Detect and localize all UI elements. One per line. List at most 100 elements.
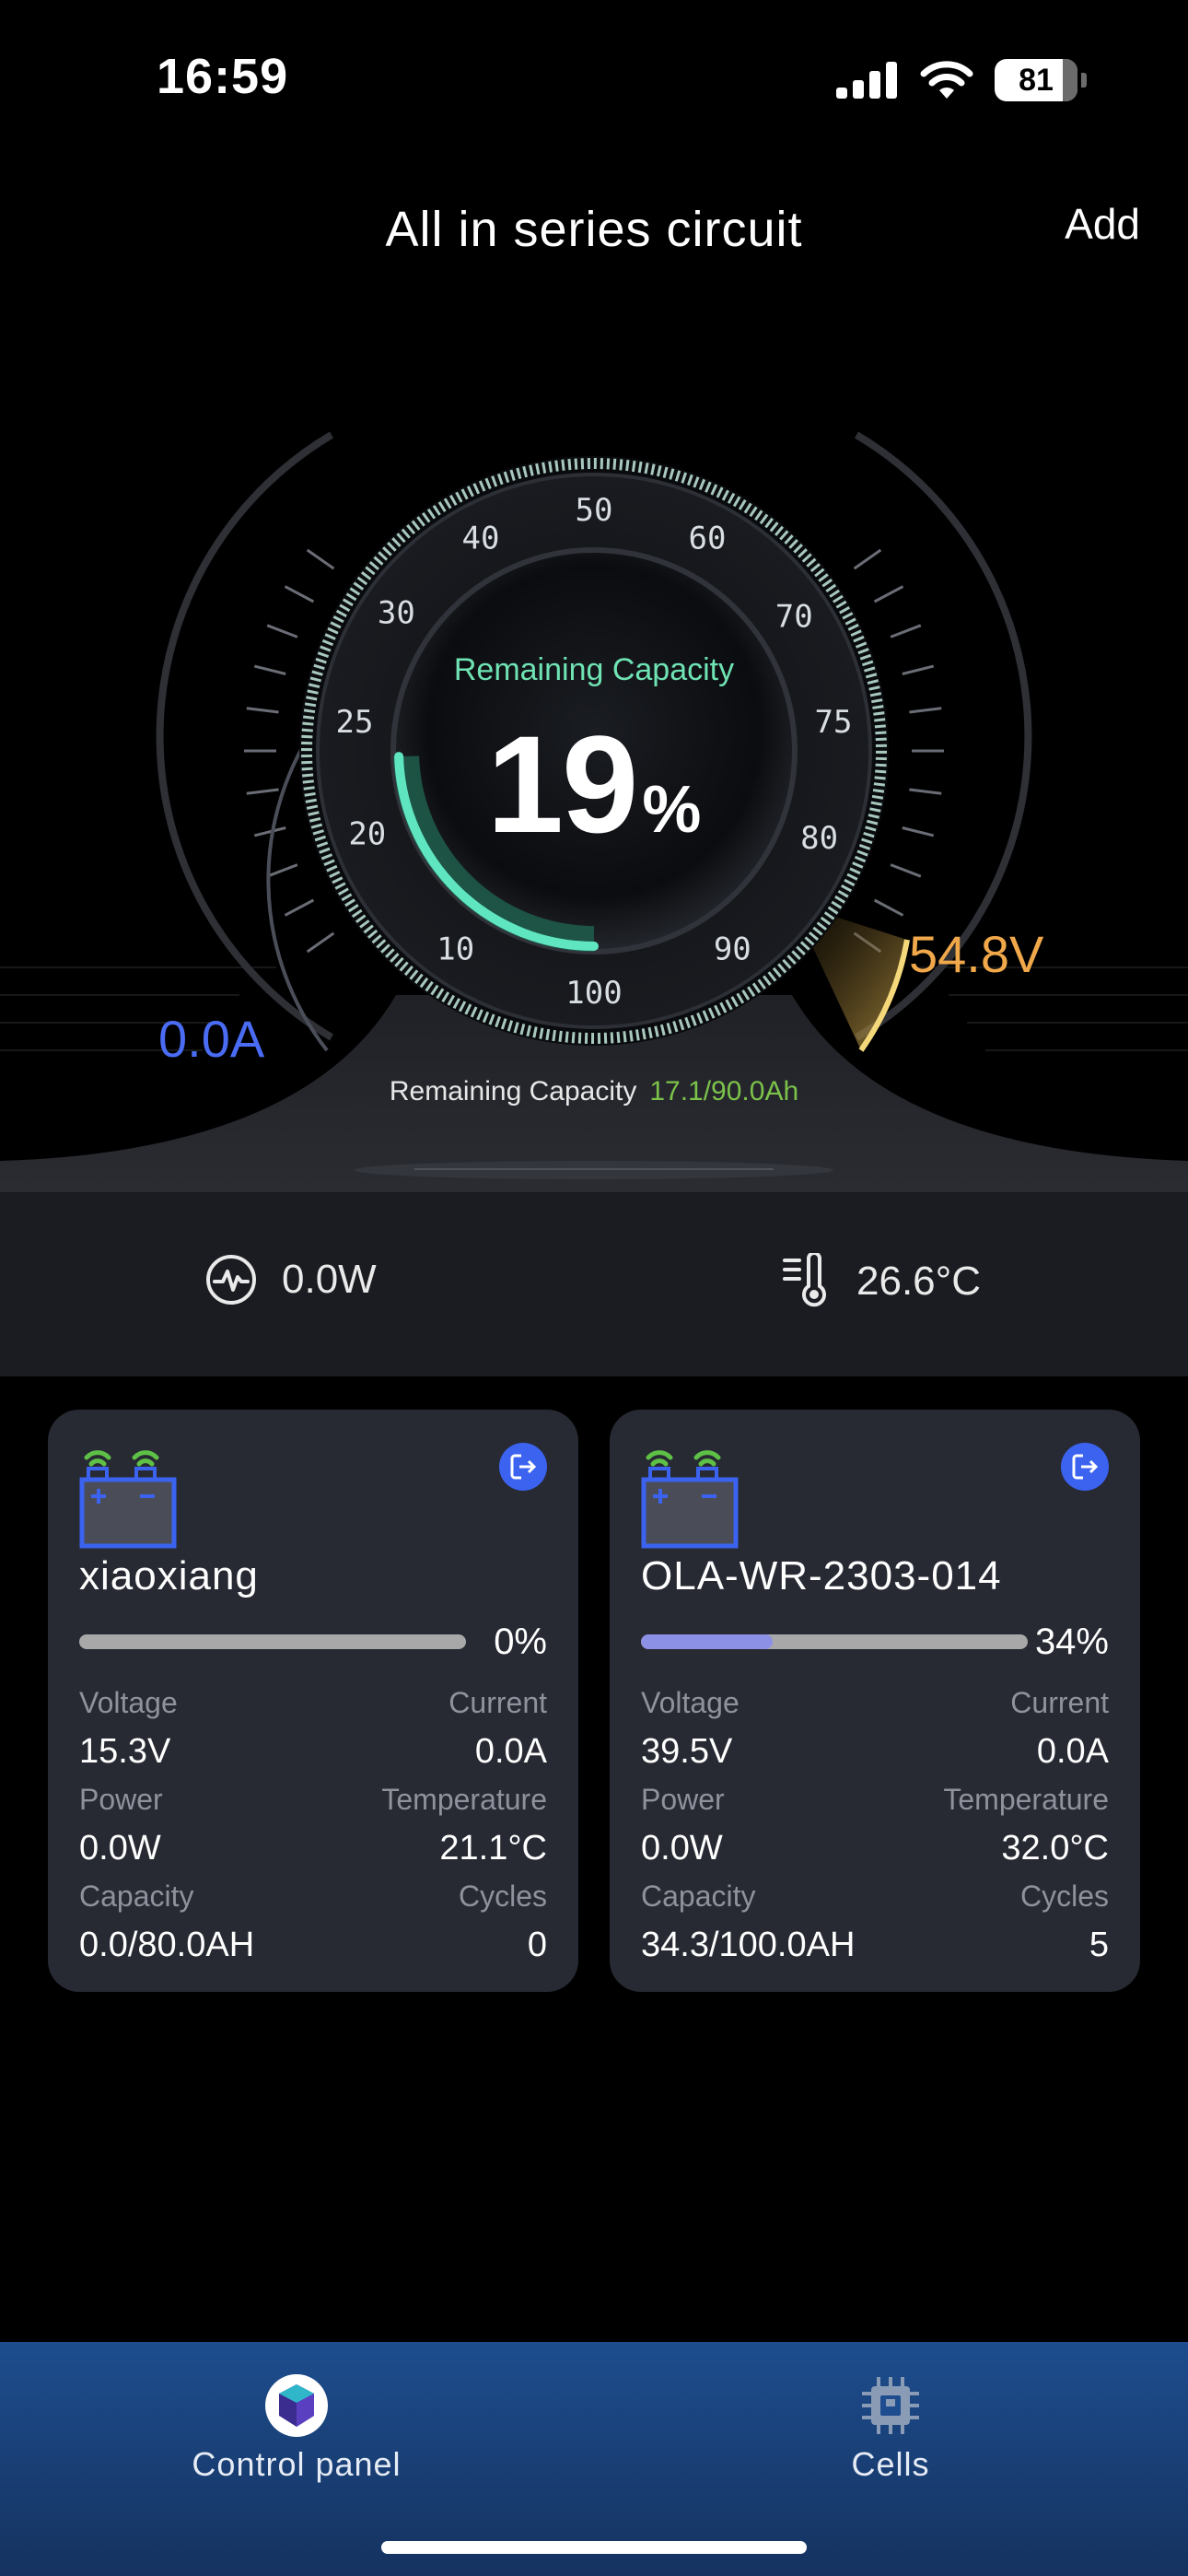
temperature-label: Temperature [943, 1783, 1109, 1816]
tab-control-panel[interactable]: Control panel [112, 2373, 481, 2484]
scale-tick [853, 548, 882, 570]
tab-label: Control panel [192, 2445, 402, 2483]
capacity-bar [641, 1634, 1028, 1649]
row-labels: Power Temperature [79, 1783, 547, 1817]
cycles-label: Cycles [458, 1879, 547, 1913]
power-label: Power [641, 1783, 725, 1816]
scale-tick [284, 898, 315, 917]
gauge-caption: Remaining Capacity [453, 652, 735, 687]
capacity-percent: 0% [494, 1622, 547, 1662]
scale-label: 100 [565, 975, 622, 1012]
scale-label: 50 [576, 492, 613, 529]
voltage-readout: 54.8V [909, 925, 1044, 983]
device-name: xiaoxiang [79, 1553, 259, 1598]
row-values: 0.0/80.0AH 0 [79, 1926, 547, 1965]
temperature-label: Temperature [381, 1783, 547, 1816]
scale-tick [266, 863, 298, 878]
power-value: 0.0W [282, 1257, 377, 1302]
scale-label: 10 [437, 931, 474, 968]
disconnect-button[interactable] [499, 1443, 547, 1491]
power-label: Power [79, 1783, 163, 1816]
voltage-value: 39.5V [641, 1732, 733, 1771]
scale-label: 60 [689, 521, 727, 557]
remaining-capacity-line: Remaining Capacity 17.1/90.0Ah [0, 1076, 1188, 1107]
power-value: 0.0W [79, 1829, 161, 1868]
row-labels: Voltage Current [641, 1686, 1109, 1720]
current-label: Current [1010, 1686, 1109, 1719]
exit-icon [1072, 1454, 1099, 1480]
battery-wireless-icon [641, 1450, 739, 1549]
scale-label: 90 [714, 931, 751, 968]
cycles-value: 0 [527, 1926, 547, 1964]
row-values: 0.0W 32.0°C [641, 1829, 1109, 1868]
tab-cells[interactable]: Cells [706, 2373, 1075, 2484]
capacity-percent: 34% [1034, 1622, 1109, 1662]
scale-label: 30 [378, 595, 415, 632]
status-time: 16:59 [157, 49, 289, 104]
temperature-value: 32.0°C [1001, 1829, 1109, 1868]
row-values: 39.5V 0.0A [641, 1732, 1109, 1772]
page-title: All in series circuit [385, 202, 803, 257]
row-labels: Power Temperature [641, 1783, 1109, 1817]
scale-tick [890, 863, 922, 878]
temperature-value: 21.1°C [439, 1829, 547, 1868]
percent-value: 19 [486, 707, 639, 861]
add-button[interactable]: Add [1065, 199, 1140, 249]
row-labels: Capacity Cycles [641, 1879, 1109, 1914]
battery-wireless-icon [79, 1450, 177, 1549]
scale-tick [873, 898, 904, 917]
capacity-bar-fill [641, 1634, 773, 1649]
row-labels: Voltage Current [79, 1686, 547, 1720]
chip-icon [858, 2373, 923, 2438]
row-values: 0.0W 21.1°C [79, 1829, 547, 1868]
cycles-label: Cycles [1019, 1879, 1109, 1913]
voltage-label: Voltage [79, 1686, 178, 1719]
cube-icon [264, 2373, 329, 2438]
signal-icon [836, 62, 897, 99]
remaining-capacity-label: Remaining Capacity [389, 1076, 637, 1107]
scale-tick [873, 585, 904, 603]
row-values: 34.3/100.0AH 5 [641, 1926, 1109, 1965]
scale-label: 40 [462, 521, 500, 557]
capacity-value: 34.3/100.0AH [641, 1926, 856, 1964]
scale-tick [284, 585, 315, 603]
device-card[interactable]: xiaoxiang 0% Voltage Current 15.3V 0.0A … [48, 1410, 578, 1992]
row-labels: Capacity Cycles [79, 1879, 547, 1914]
thermometer-icon [783, 1253, 826, 1307]
voltage-label: Voltage [641, 1686, 740, 1719]
voltage-value: 15.3V [79, 1732, 171, 1771]
tab-label: Cells [851, 2445, 930, 2483]
capacity-label: Capacity [79, 1879, 194, 1913]
battery-icon: 81 [995, 59, 1077, 101]
status-icons: 81 [836, 57, 1087, 103]
app-screen: 16:59 81 All in series circuit Add 10 20… [0, 0, 1188, 2576]
gauge-percent: 19% [0, 705, 1188, 864]
stats-band: 0.0W 26.6°C [0, 1192, 1188, 1376]
disconnect-button[interactable] [1061, 1443, 1109, 1491]
remaining-capacity-value: 17.1/90.0Ah [649, 1076, 799, 1107]
pulse-icon [206, 1255, 256, 1305]
home-indicator [381, 2541, 807, 2554]
battery-nub [1081, 73, 1087, 88]
device-card[interactable]: OLA-WR-2303-014 34% Voltage Current 39.5… [610, 1410, 1140, 1992]
scale-tick [266, 624, 298, 638]
current-value: 0.0A [1036, 1732, 1109, 1771]
current-label: Current [448, 1686, 547, 1719]
scale-tick [306, 548, 335, 570]
scale-tick [890, 624, 922, 638]
power-stat: 0.0W [204, 1253, 377, 1306]
row-values: 15.3V 0.0A [79, 1732, 547, 1772]
current-readout: 0.0A [158, 1010, 265, 1068]
temperature-value: 26.6°C [856, 1259, 982, 1304]
device-name: OLA-WR-2303-014 [641, 1553, 1002, 1598]
scale-tick [306, 931, 335, 954]
capacity-value: 0.0/80.0AH [79, 1926, 255, 1964]
wifi-icon [920, 61, 973, 99]
capacity-label: Capacity [641, 1879, 756, 1913]
scale-label: 70 [775, 599, 813, 636]
battery-level: 81 [1019, 62, 1054, 98]
power-value: 0.0W [641, 1829, 723, 1868]
cycles-value: 5 [1089, 1926, 1109, 1964]
capacity-bar [79, 1634, 466, 1649]
exit-icon [510, 1454, 537, 1480]
